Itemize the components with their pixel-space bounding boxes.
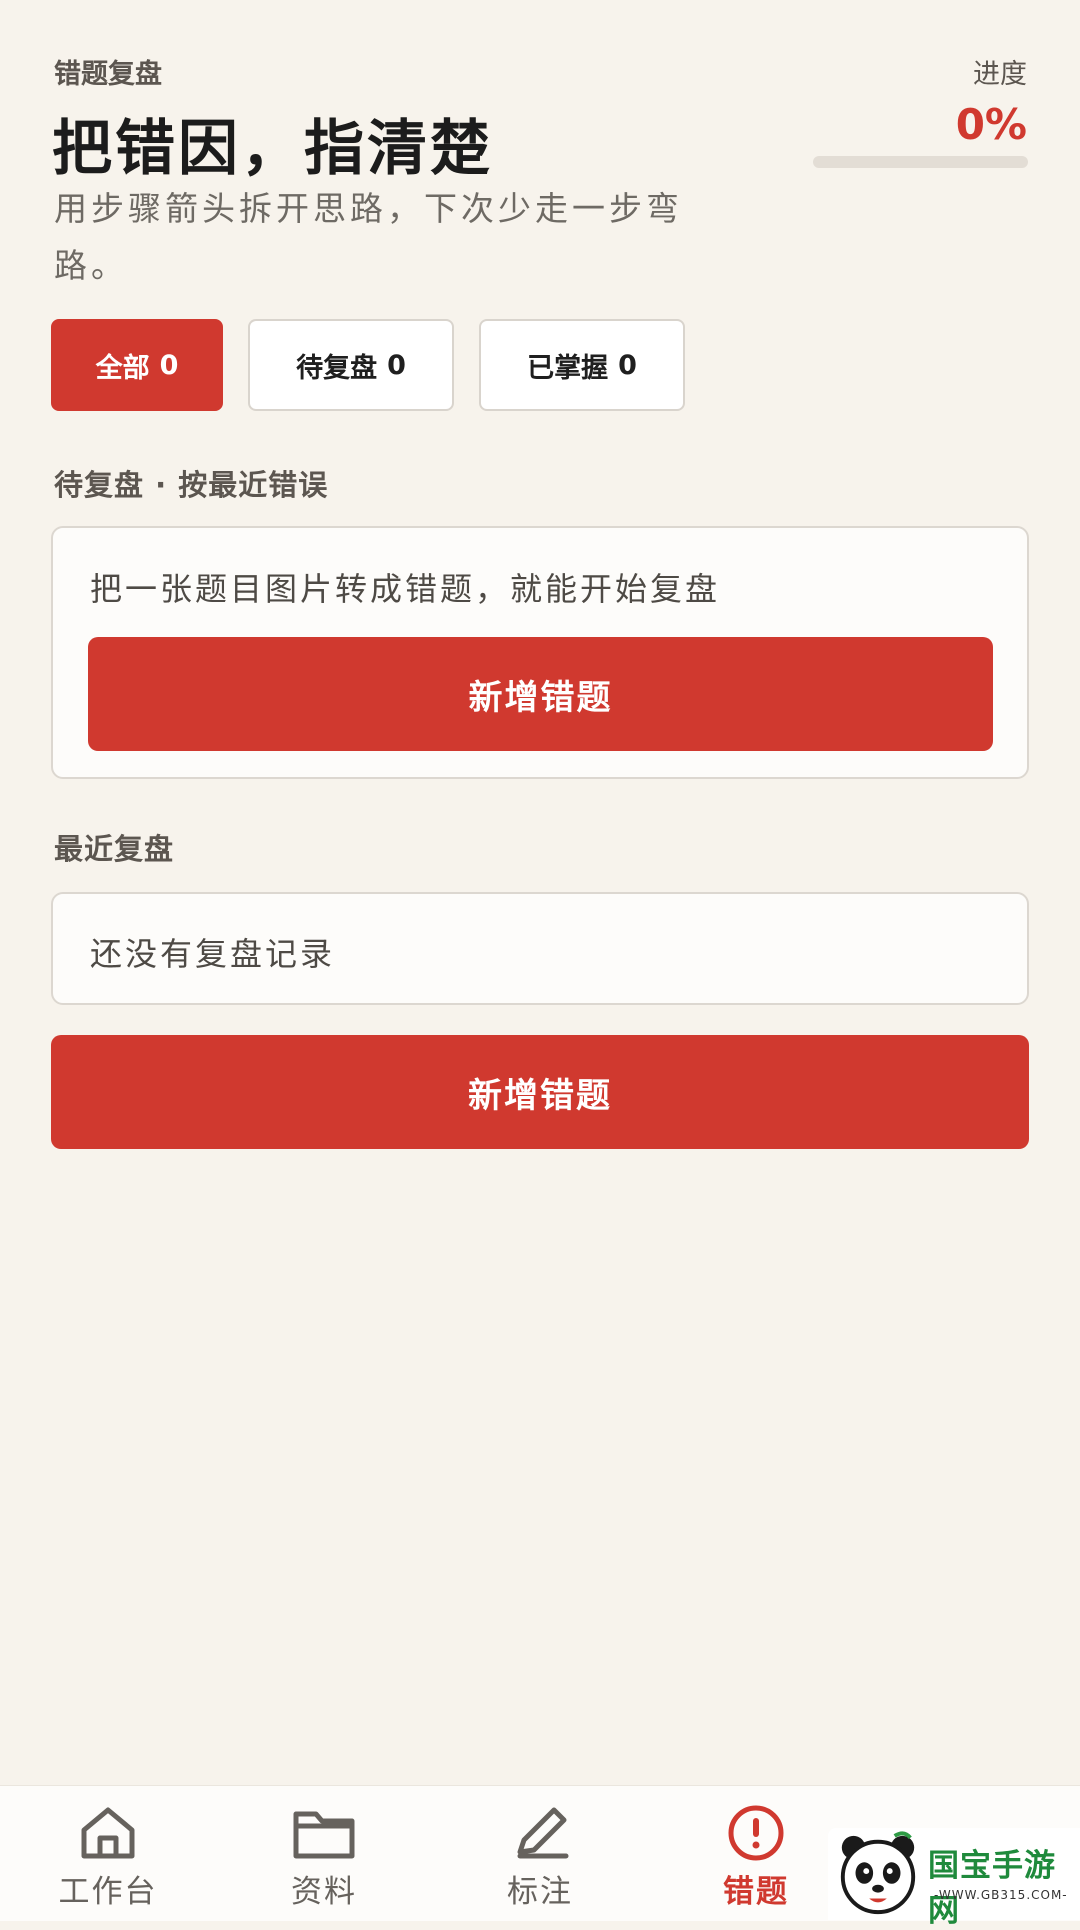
progress-label: 进度 <box>973 59 1027 90</box>
filter-mastered[interactable]: 已掌握 0 <box>479 319 685 411</box>
filter-pending-count: 0 <box>387 349 406 381</box>
filter-mastered-label: 已掌握 <box>527 352 609 384</box>
page-subtitle: 用步骤箭头拆开思路，下次少走一步弯路。 <box>54 189 683 285</box>
add-mistake-button[interactable]: 新增错题 <box>88 637 993 751</box>
filter-mastered-count: 0 <box>618 349 637 381</box>
filter-all-label: 全部 <box>95 352 150 384</box>
pen-icon <box>517 1807 569 1859</box>
filter-pending-label: 待复盘 <box>296 352 378 384</box>
panda-logo-icon <box>840 1831 916 1915</box>
tab-workbench-label: 工作台 <box>58 1874 158 1910</box>
filter-chips: 全部 0 待复盘 0 已掌握 0 <box>51 319 685 411</box>
pending-empty-text: 把一张题目图片转成错题，就能开始复盘 <box>90 570 721 608</box>
tab-workbench[interactable]: 工作台 <box>38 1804 178 1911</box>
add-mistake-button-bottom[interactable]: 新增错题 <box>51 1035 1029 1149</box>
tab-annotate[interactable]: 标注 <box>470 1804 610 1911</box>
page-title: 把错因，指清楚 <box>52 114 493 184</box>
watermark-subtitle: -WWW.GB315.COM- <box>934 1888 1068 1902</box>
filter-pending[interactable]: 待复盘 0 <box>248 319 454 411</box>
filter-all-count: 0 <box>159 349 179 381</box>
pending-section-title: 待复盘 · 按最近错误 <box>54 468 329 502</box>
page-eyebrow: 错题复盘 <box>54 59 162 90</box>
watermark: 国宝手游网 -WWW.GB315.COM- <box>828 1828 1080 1929</box>
folder-icon <box>293 1811 355 1859</box>
pending-empty-card: 把一张题目图片转成错题，就能开始复盘 新增错题 <box>51 526 1029 779</box>
watermark-title: 国宝手游网 <box>928 1848 1056 1929</box>
progress-bar <box>813 156 1028 168</box>
recent-empty-text: 还没有复盘记录 <box>90 935 336 973</box>
filter-all[interactable]: 全部 0 <box>51 319 223 411</box>
tab-mistakes[interactable]: 错题 <box>686 1804 826 1911</box>
tab-materials-label: 资料 <box>291 1874 357 1910</box>
progress-value: 0% <box>955 100 1027 149</box>
recent-empty-card: 还没有复盘记录 <box>51 892 1029 1005</box>
tab-annotate-label: 标注 <box>507 1874 573 1910</box>
tab-materials[interactable]: 资料 <box>254 1804 394 1911</box>
alert-circle-icon <box>728 1805 784 1861</box>
tab-mistakes-label: 错题 <box>723 1874 789 1910</box>
home-icon <box>81 1807 135 1859</box>
recent-section-title: 最近复盘 <box>54 832 175 866</box>
